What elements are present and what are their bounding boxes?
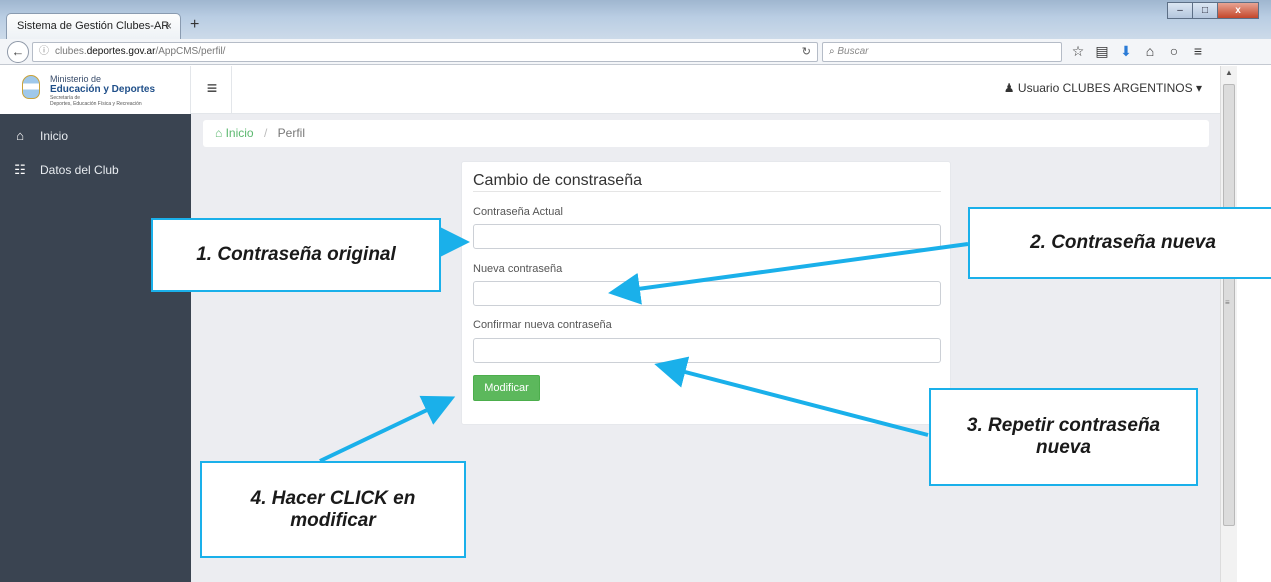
- url-host: deportes.gov.ar: [86, 46, 156, 57]
- new-tab-button[interactable]: +: [190, 16, 199, 34]
- scroll-grip-icon: ≡: [1225, 298, 1230, 307]
- sidebar-item-inicio[interactable]: ⌂ Inicio: [12, 128, 68, 143]
- top-header: ≡ ♟ Usuario CLUBES ARGENTINOS ▾: [191, 66, 1220, 114]
- browser-search-bar[interactable]: ⌕ Buscar: [822, 42, 1062, 62]
- annotation-step-1: 1. Contraseña original: [151, 218, 441, 292]
- browser-toolbar: ☆ ▤ ⬇ ⌂ ○ ≡: [1066, 43, 1210, 60]
- browser-navbar: ← ⓘ clubes.deportes.gov.ar/AppCMS/perfil/…: [0, 39, 1271, 65]
- breadcrumb: ⌂ Inicio / Perfil: [203, 120, 1209, 147]
- home-icon: ⌂: [16, 128, 24, 143]
- url-prefix: clubes.: [55, 46, 87, 57]
- annotation-step-4: 4. Hacer CLICK en modificar: [200, 461, 466, 558]
- password-change-panel: Cambio de constraseña Contraseña Actual …: [461, 161, 951, 425]
- sidebar-item-label: Inicio: [40, 128, 69, 143]
- breadcrumb-home[interactable]: ⌂ Inicio: [215, 126, 257, 140]
- ministry-logo[interactable]: Ministerio de Educación y Deportes Secre…: [0, 66, 191, 114]
- confirm-password-label: Confirmar nueva contraseña: [473, 319, 612, 331]
- window-controls: – □ x: [1167, 2, 1259, 19]
- current-password-label: Contraseña Actual: [473, 206, 563, 218]
- tab-title: Sistema de Gestión Clubes-AR: [17, 20, 170, 32]
- menu-toggle-icon[interactable]: ≡: [197, 74, 227, 104]
- confirm-password-field[interactable]: [473, 338, 941, 363]
- minimize-button[interactable]: –: [1167, 2, 1193, 19]
- browser-tab[interactable]: Sistema de Gestión Clubes-AR ×: [6, 13, 181, 39]
- panel-title: Cambio de constraseña: [473, 172, 642, 189]
- coat-of-arms-icon: [22, 75, 40, 99]
- tab-close-icon[interactable]: ×: [165, 19, 172, 33]
- url-path: /AppCMS/perfil/: [155, 46, 226, 57]
- divider: [473, 191, 941, 192]
- search-icon: ⌕: [829, 46, 835, 57]
- user-menu[interactable]: ♟ Usuario CLUBES ARGENTINOS ▾: [1004, 81, 1202, 95]
- new-password-field[interactable]: [473, 281, 941, 306]
- logo-line-4: Deportes, Educación Física y Recreación: [50, 101, 142, 107]
- bookmark-star-icon[interactable]: ☆: [1066, 43, 1090, 60]
- annotation-step-3: 3. Repetir contraseña nueva: [929, 388, 1198, 486]
- scroll-up-arrow-icon[interactable]: ▲: [1225, 68, 1233, 77]
- breadcrumb-current: Perfil: [277, 126, 305, 140]
- maximize-button[interactable]: □: [1192, 2, 1218, 19]
- download-icon[interactable]: ⬇: [1114, 43, 1138, 60]
- bank-icon: ☷: [14, 162, 26, 177]
- user-name: Usuario CLUBES ARGENTINOS: [1017, 81, 1193, 95]
- annotation-step-2: 2. Contraseña nueva: [968, 207, 1271, 279]
- modificar-button[interactable]: Modificar: [473, 375, 540, 401]
- close-window-button[interactable]: x: [1217, 2, 1259, 19]
- breadcrumb-separator: /: [263, 126, 268, 140]
- logo-line-2: Educación y Deportes: [50, 84, 156, 95]
- logo-text: Ministerio de Educación y Deportes Secre…: [50, 74, 180, 107]
- current-password-field[interactable]: [473, 224, 941, 249]
- new-password-label: Nueva contraseña: [473, 263, 563, 275]
- chat-bubble-icon[interactable]: ○: [1162, 43, 1186, 60]
- sidebar: ⌂ Inicio ☷ Datos del Club: [0, 114, 191, 582]
- home-icon: ⌂: [215, 126, 223, 140]
- reload-icon[interactable]: ↻: [802, 43, 811, 61]
- sidebar-item-label: Datos del Club: [40, 163, 119, 177]
- web-page: Ministerio de Educación y Deportes Secre…: [0, 66, 1220, 582]
- info-icon[interactable]: ⓘ: [39, 46, 49, 57]
- home-icon[interactable]: ⌂: [1138, 43, 1162, 60]
- page-scrollbar[interactable]: ▲ ≡: [1220, 66, 1237, 582]
- back-arrow-icon[interactable]: ←: [7, 41, 29, 63]
- breadcrumb-home-label: Inicio: [225, 126, 254, 140]
- sidebar-item-datos-del-club[interactable]: ☷ Datos del Club: [12, 162, 119, 178]
- divider: [231, 66, 232, 114]
- search-placeholder: Buscar: [837, 46, 869, 57]
- hamburger-menu-icon[interactable]: ≡: [1186, 43, 1210, 60]
- logo-line-1: Ministerio de: [50, 74, 102, 84]
- url-bar[interactable]: ⓘ clubes.deportes.gov.ar/AppCMS/perfil/ ↻: [32, 42, 818, 62]
- user-icon: ♟: [1003, 81, 1015, 95]
- margin-strip: [1238, 66, 1271, 582]
- reading-list-icon[interactable]: ▤: [1090, 43, 1114, 60]
- window-titlebar: Sistema de Gestión Clubes-AR × + – □ x: [0, 0, 1271, 42]
- chevron-down-icon: ▾: [1195, 81, 1202, 95]
